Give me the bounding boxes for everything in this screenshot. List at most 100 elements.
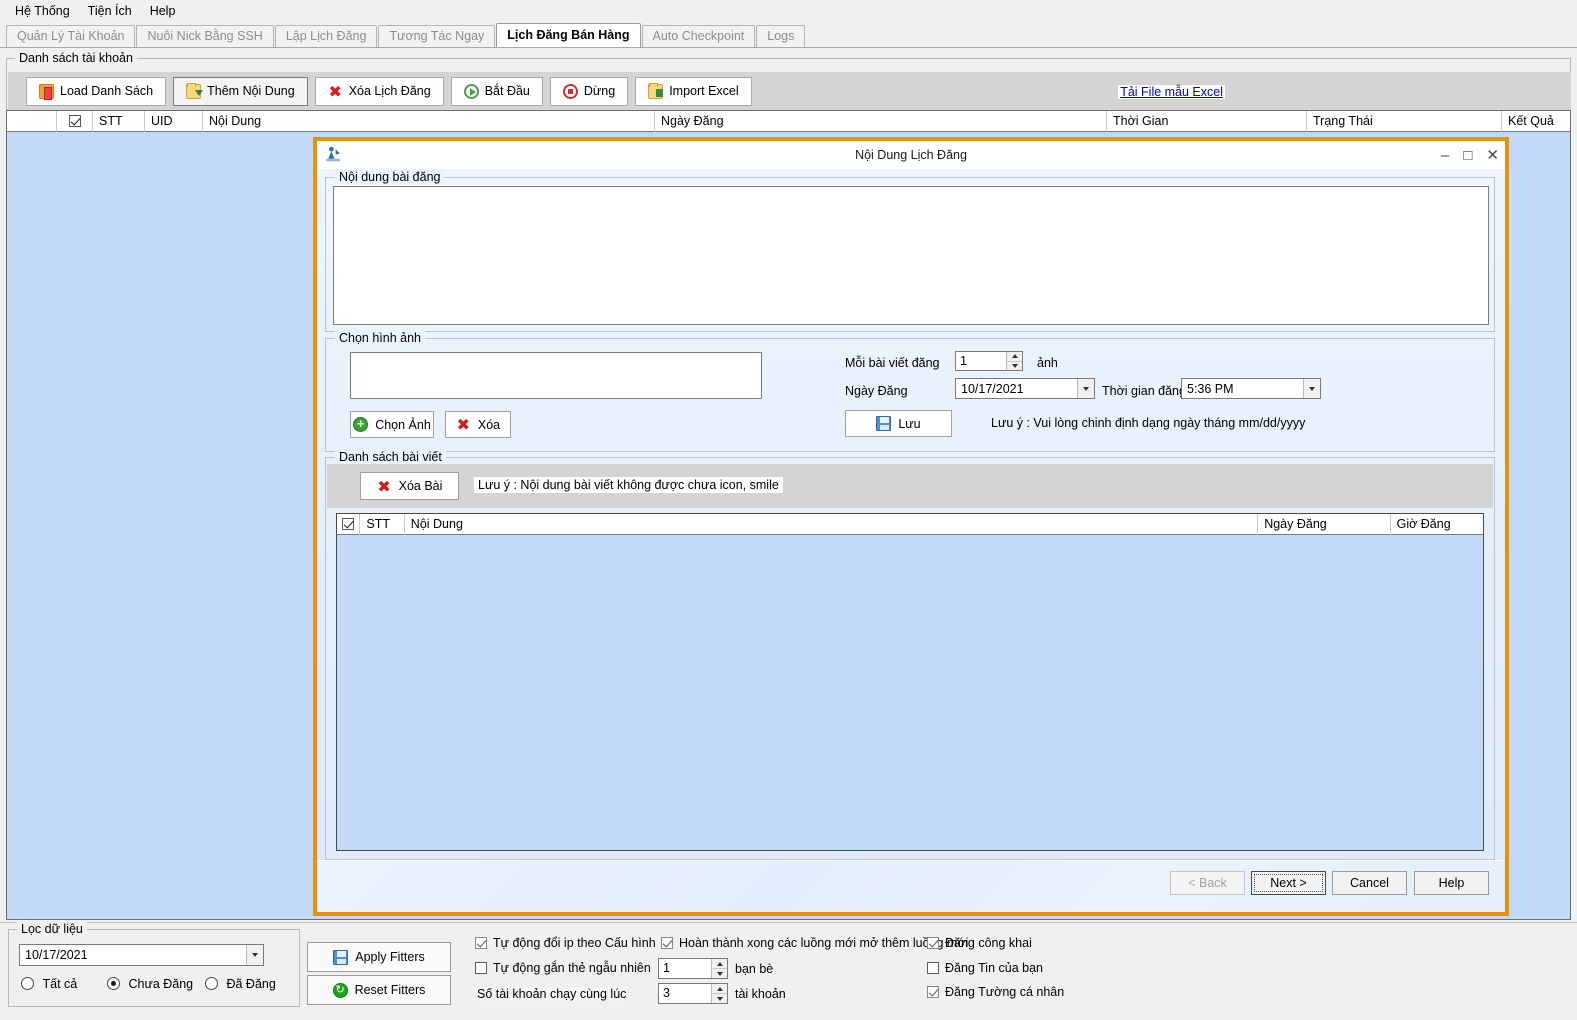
post-public-checkbox[interactable] [927,937,939,949]
dung-button[interactable]: Dừng [549,76,629,106]
main-toolbar: Load Danh Sách Thêm Nội Dung ✖ Xóa Lịch … [8,72,1571,110]
help-button[interactable]: Help [1414,871,1489,895]
xoa-bai-button[interactable]: ✖ Xóa Bài [360,472,459,500]
col-ngay-dang[interactable]: Ngày Đăng [655,111,1107,132]
spin-up-icon[interactable] [712,959,727,969]
post-story-checkbox[interactable] [927,962,939,974]
post-col-checkbox-header[interactable] [337,514,361,535]
plus-circle-icon [353,416,369,432]
chon-anh-button[interactable]: Chọn Ảnh [350,411,434,438]
images-per-post-stepper[interactable]: 1 [955,351,1023,371]
menu-item-help[interactable]: Help [141,1,185,21]
post-time-dropdown-icon[interactable] [1303,379,1320,398]
post-time-picker[interactable]: 5:36 PM [1181,378,1321,399]
col-thoi-gian[interactable]: Thời Gian [1107,111,1307,132]
finish-threads-option[interactable]: Hoàn thành xong các luồng mới mở thêm lu… [661,936,968,950]
tab-quan-ly-tai-khoan[interactable]: Quản Lý Tài Khoản [6,25,136,47]
col-stt[interactable]: STT [93,111,145,132]
app-person-icon [326,146,340,162]
bat-dau-button[interactable]: Bắt Đầu [450,76,543,106]
close-icon[interactable]: ✕ [1486,148,1499,163]
spin-down-icon[interactable] [712,994,727,1003]
post-col-noi-dung[interactable]: Nội Dung [405,514,1259,535]
post-content-textarea[interactable] [333,186,1489,325]
images-per-post-spin-buttons[interactable] [1006,352,1022,370]
tab-strip: Quản Lý Tài Khoản Nuôi Nick Bằng SSH Lập… [0,23,1577,48]
col-checkbox-header[interactable] [57,111,93,132]
friends-stepper[interactable]: 1 [658,958,728,979]
accounts-spin-buttons[interactable] [711,984,727,1003]
post-time-value[interactable]: 5:36 PM [1182,382,1303,396]
tab-tuong-tac-ngay[interactable]: Tương Tác Ngay [378,25,496,47]
auto-change-ip-checkbox[interactable] [475,937,487,949]
post-list-grid[interactable]: STT Nội Dung Ngày Đăng Giờ Đăng [336,513,1484,851]
back-button[interactable]: < Back [1170,871,1245,895]
tab-nuoi-nick-bang-ssh[interactable]: Nuôi Nick Bằng SSH [136,25,274,47]
radio-da-dang-icon[interactable] [205,977,218,990]
filter-date-dropdown-icon[interactable] [246,945,263,965]
col-ket-qua[interactable]: Kết Quả [1502,111,1570,132]
post-public-option[interactable]: Đăng công khai [927,936,1032,950]
radio-tat-ca-icon[interactable] [21,977,34,990]
post-col-ngay-dang[interactable]: Ngày Đăng [1258,514,1391,535]
post-col-gio-dang[interactable]: Giờ Đăng [1391,514,1483,535]
filter-radio-da-dang[interactable]: Đã Đăng [205,977,276,991]
tai-file-mau-excel-link[interactable]: Tải File mẫu Excel [1118,85,1225,99]
them-noi-dung-button[interactable]: Thêm Nội Dung [173,76,308,106]
finish-threads-checkbox[interactable] [661,937,673,949]
post-list-groupbox-title: Danh sách bài viết [335,450,446,464]
spin-up-icon[interactable] [712,984,727,994]
post-col-stt[interactable]: STT [360,514,405,535]
post-wall-checkbox[interactable] [927,986,939,998]
load-danh-sach-label: Load Danh Sách [60,84,154,98]
tab-lap-lich-dang[interactable]: Lập Lịch Đăng [274,25,378,47]
images-per-post-value[interactable]: 1 [956,352,1006,370]
import-excel-button[interactable]: Import Excel [635,76,752,106]
friends-spin-buttons[interactable] [711,959,727,978]
xoa-anh-button[interactable]: ✖ Xóa [445,411,511,438]
col-noi-dung[interactable]: Nội Dung [203,111,655,132]
apply-fitters-button[interactable]: Apply Fitters [307,942,451,972]
minimize-icon[interactable]: – [1441,148,1449,163]
auto-random-tag-option[interactable]: Tự động gắn thẻ ngẫu nhiên [475,961,651,975]
post-wall-option[interactable]: Đăng Tường cá nhân [927,985,1064,999]
post-date-value[interactable]: 10/17/2021 [956,382,1077,396]
maximize-icon[interactable]: □ [1463,148,1472,163]
application-window: Hệ Thống Tiện Ích Help Quản Lý Tài Khoản… [0,0,1577,1020]
spin-up-icon[interactable] [1007,352,1022,362]
load-danh-sach-button[interactable]: Load Danh Sách [26,76,167,106]
cancel-button[interactable]: Cancel [1332,871,1407,895]
luu-button[interactable]: Lưu [845,410,952,437]
selected-images-listbox[interactable] [350,352,762,399]
col-selector[interactable] [7,111,57,132]
tab-logs[interactable]: Logs [756,25,806,47]
post-list-grid-header: STT Nội Dung Ngày Đăng Giờ Đăng [337,514,1483,535]
post-story-option[interactable]: Đăng Tin của bạn [927,961,1043,975]
select-all-checkbox[interactable] [68,115,81,127]
reset-fitters-button[interactable]: Reset Fitters [307,975,451,1005]
post-date-dropdown-icon[interactable] [1077,379,1094,398]
menu-item-tien-ich[interactable]: Tiện Ích [79,1,141,21]
accounts-stepper[interactable]: 3 [658,983,728,1004]
col-uid[interactable]: UID [145,111,203,132]
accounts-value[interactable]: 3 [659,984,711,1003]
friends-value[interactable]: 1 [659,959,711,978]
auto-random-tag-checkbox[interactable] [475,962,487,974]
auto-change-ip-option[interactable]: Tự động đổi ip theo Cấu hình [475,936,656,950]
next-button[interactable]: Next > [1251,871,1326,895]
menu-item-he-thong[interactable]: Hệ Thống [6,1,79,21]
filter-date-value[interactable]: 10/17/2021 [20,948,246,962]
post-select-all-checkbox[interactable] [342,518,355,530]
col-trang-thai[interactable]: Trạng Thái [1307,111,1502,132]
xoa-lich-dang-button[interactable]: ✖ Xóa Lịch Đăng [314,76,444,106]
dialog-title-bar[interactable]: Nội Dung Lịch Đăng – □ ✕ [317,141,1505,169]
spin-down-icon[interactable] [1007,362,1022,371]
tab-lich-dang-ban-hang[interactable]: Lịch Đăng Bán Hàng [496,23,641,47]
tab-auto-checkpoint[interactable]: Auto Checkpoint [641,25,756,47]
filter-date-picker[interactable]: 10/17/2021 [19,944,264,966]
radio-chua-dang-icon[interactable] [107,977,120,990]
post-date-picker[interactable]: 10/17/2021 [955,378,1095,399]
filter-radio-chua-dang[interactable]: Chưa Đăng [107,977,193,991]
filter-radio-tat-ca[interactable]: Tất cả [21,977,77,991]
spin-down-icon[interactable] [712,969,727,978]
